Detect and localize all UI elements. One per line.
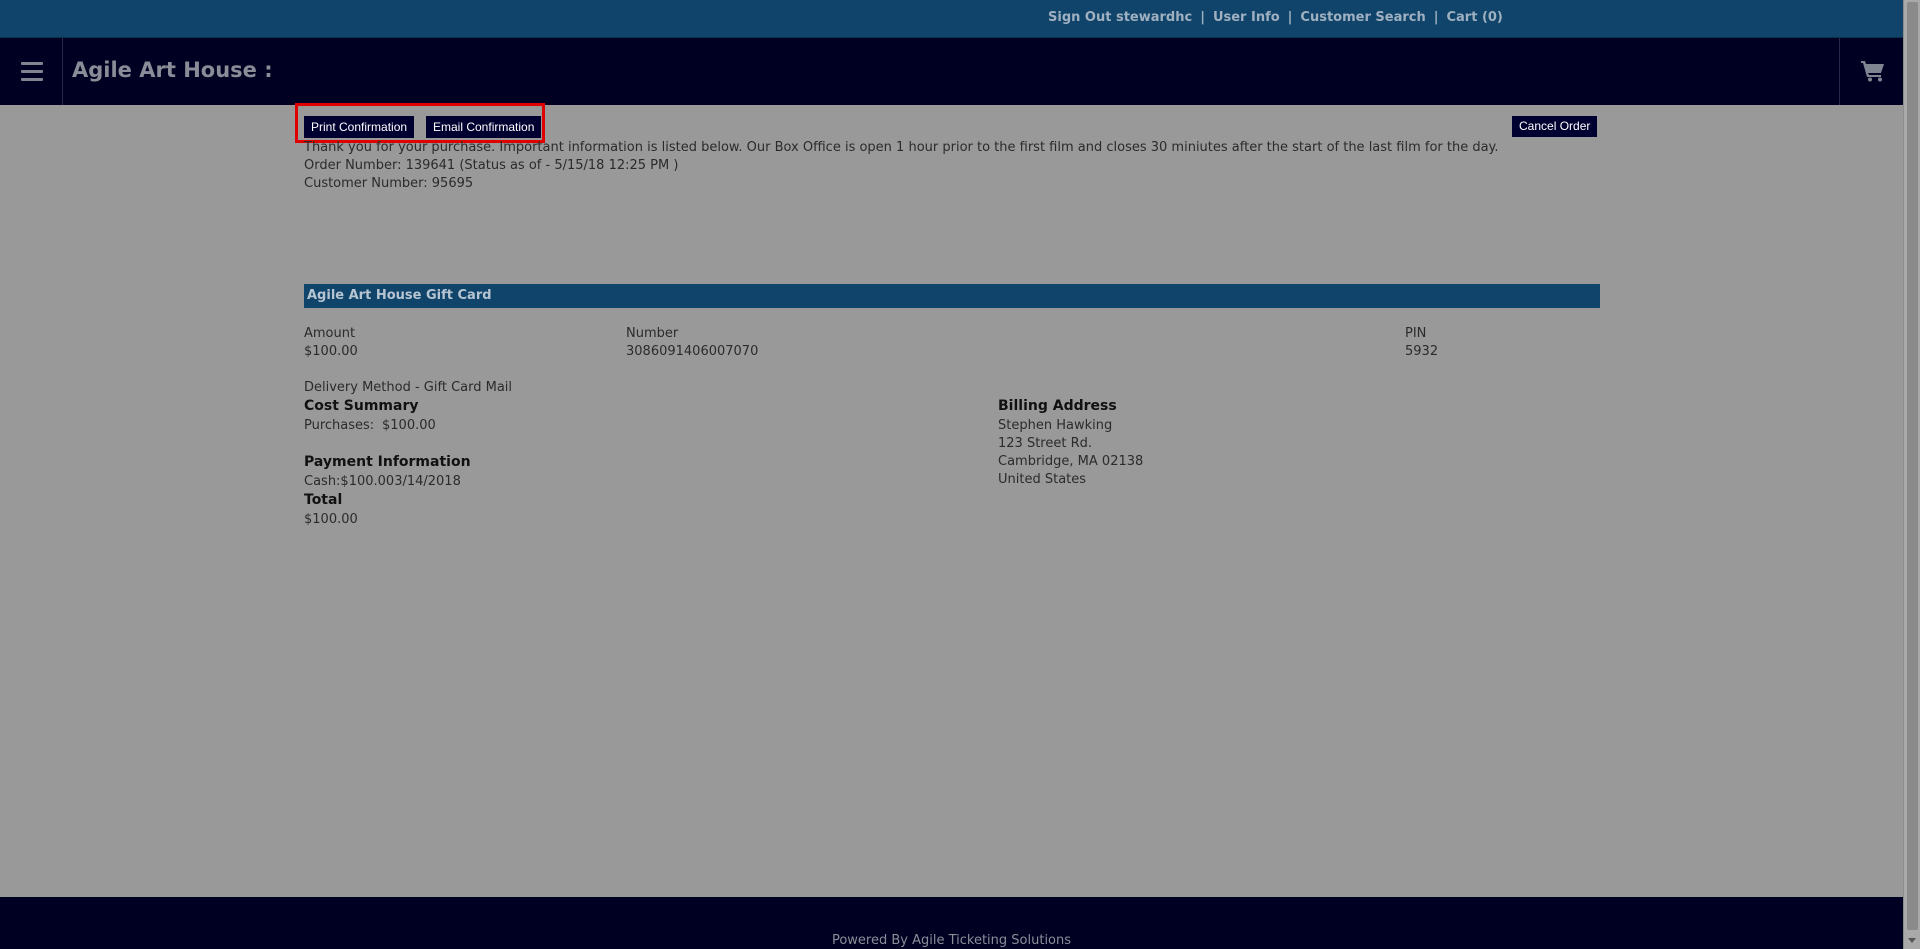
vertical-scrollbar[interactable] <box>1903 0 1920 949</box>
separator: | <box>1200 10 1205 25</box>
shopping-cart-icon <box>1861 61 1884 82</box>
cart-button[interactable] <box>1839 38 1903 105</box>
total-value: $100.00 <box>304 512 358 527</box>
payment-line: Cash:$100.003/14/2018 <box>304 474 461 489</box>
email-confirmation-button[interactable]: Email Confirmation <box>426 116 542 138</box>
number-label: Number <box>626 326 679 341</box>
amount-label: Amount <box>304 326 356 341</box>
pin-label: PIN <box>1405 326 1427 341</box>
billing-country: United States <box>998 472 1087 487</box>
amount-value: $100.00 <box>304 344 358 359</box>
payment-info-title: Payment Information <box>304 454 471 470</box>
topbar-links: Sign Out stewardhc | User Info | Customer Se… <box>1048 10 1503 25</box>
print-confirmation-button[interactable]: Print Confirmation <box>304 116 415 138</box>
customer-search-link[interactable]: Customer Search <box>1300 10 1425 25</box>
site-header: Agile Art House : <box>0 38 1903 105</box>
scroll-down-icon[interactable] <box>1908 938 1916 943</box>
top-utility-bar: Sign Out stewardhc | User Info | Customer Se… <box>0 0 1903 38</box>
delivery-method: Delivery Method - Gift Card Mail <box>304 380 513 395</box>
pin-value: 5932 <box>1405 344 1439 359</box>
billing-address-title: Billing Address <box>998 398 1117 414</box>
number-value: 3086091406007070 <box>626 344 759 359</box>
customer-number: Customer Number: 95695 <box>304 176 474 191</box>
separator: | <box>1433 10 1439 25</box>
hamburger-icon <box>21 62 43 86</box>
user-info-link[interactable]: User Info <box>1213 10 1280 25</box>
brand-title: Agile Art House : <box>72 58 273 82</box>
sign-out-link[interactable]: Sign Out stewardhc <box>1048 10 1192 25</box>
cart-link[interactable]: Cart (0) <box>1446 10 1502 25</box>
cost-summary-title: Cost Summary <box>304 398 419 414</box>
scrollbar-thumb[interactable] <box>1907 2 1918 930</box>
billing-city: Cambridge, MA 02138 <box>998 454 1144 469</box>
footer-powered-by: Powered By Agile Ticketing Solutions <box>831 933 1072 948</box>
purchases-label: Purchases: <box>304 418 375 433</box>
separator: | <box>1287 10 1293 25</box>
billing-name: Stephen Hawking <box>998 418 1113 433</box>
purchases-value: $100.00 <box>382 418 436 433</box>
cancel-order-button[interactable]: Cancel Order <box>1512 116 1598 137</box>
menu-button[interactable] <box>0 38 63 105</box>
thank-you-message: Thank you for your purchase. Important i… <box>304 140 1499 155</box>
site-footer: Powered By Agile Ticketing Solutions <box>0 897 1903 949</box>
billing-street: 123 Street Rd. <box>998 436 1092 451</box>
order-number: Order Number: 139641 (Status as of - 5/1… <box>304 158 679 173</box>
total-title: Total <box>304 492 343 508</box>
gift-card-section-header: Agile Art House Gift Card <box>304 284 1600 308</box>
